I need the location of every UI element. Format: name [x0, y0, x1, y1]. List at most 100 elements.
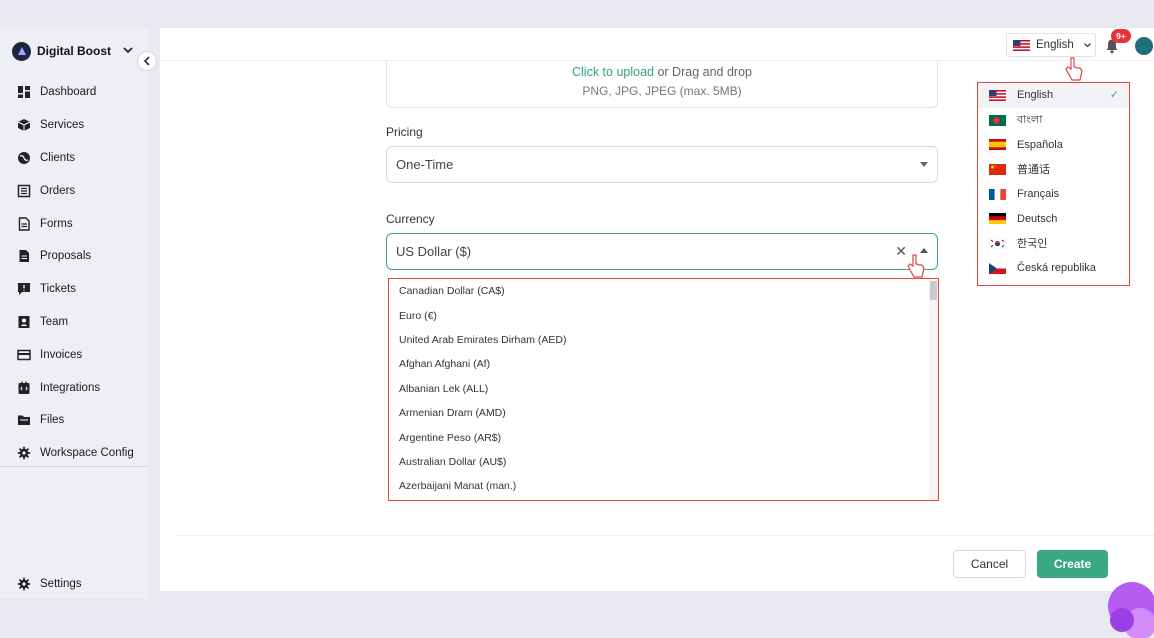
- us-flag-icon: [989, 89, 1006, 101]
- language-label: 普通话: [1017, 164, 1050, 177]
- gear-icon: [17, 446, 31, 460]
- sidebar-item-label: Invoices: [40, 348, 83, 361]
- currency-option[interactable]: United Arab Emirates Dirham (AED): [389, 328, 938, 352]
- language-option-espanola[interactable]: Española: [978, 132, 1129, 157]
- cancel-button[interactable]: Cancel: [953, 550, 1026, 578]
- create-button[interactable]: Create: [1037, 550, 1108, 578]
- notification-badge: 9+: [1111, 29, 1131, 43]
- scrollbar-thumb[interactable]: [930, 281, 937, 300]
- upload-hint: PNG, JPG, JPEG (max. 5MB): [582, 84, 742, 98]
- currency-option[interactable]: Argentine Peso (AR$): [389, 425, 938, 449]
- de-flag-icon: [989, 213, 1006, 225]
- cz-flag-icon: [989, 262, 1006, 274]
- currency-select[interactable]: US Dollar ($) ✕: [386, 233, 938, 270]
- sidebar-item-clients[interactable]: Clients: [0, 142, 148, 175]
- workspace-name: Digital Boost: [37, 44, 111, 58]
- sidebar-item-label: Dashboard: [40, 86, 97, 99]
- language-selector-button[interactable]: English: [1006, 33, 1096, 57]
- currency-option[interactable]: Albanian Lek (ALL): [389, 377, 938, 401]
- drag-drop-text: or Drag and drop: [654, 65, 752, 79]
- sidebar-item-label: Services: [40, 119, 85, 132]
- chevron-down-icon: [123, 45, 133, 57]
- upload-instructions: Click to upload or Drag and drop: [387, 65, 937, 79]
- language-option-bangla[interactable]: বাংলা: [978, 108, 1129, 133]
- chevron-left-icon: [143, 56, 150, 66]
- sidebar-item-label: Integrations: [40, 381, 101, 394]
- language-label: Français: [1017, 188, 1060, 201]
- currency-option[interactable]: Afghan Afghani (Af): [389, 352, 938, 376]
- chat-widget-icon[interactable]: [1096, 576, 1154, 638]
- folder-icon: [17, 413, 31, 427]
- sidebar-item-label: Files: [40, 414, 65, 427]
- check-icon: ✓: [1109, 89, 1119, 101]
- workspace-switcher[interactable]: Digital Boost: [12, 40, 133, 62]
- language-label: Deutsch: [1017, 212, 1058, 225]
- sidebar-item-invoices[interactable]: Invoices: [0, 338, 148, 371]
- sidebar-item-dashboard[interactable]: Dashboard: [0, 76, 148, 109]
- team-icon: [17, 315, 31, 329]
- ticket-icon: [17, 282, 31, 296]
- file-upload-dropzone[interactable]: Click to upload or Drag and drop PNG, JP…: [386, 61, 938, 108]
- us-flag-icon: [1013, 39, 1030, 51]
- currency-option[interactable]: Australian Dollar (AU$): [389, 450, 938, 474]
- current-language: English: [1036, 39, 1074, 51]
- sidebar-item-files[interactable]: Files: [0, 404, 148, 437]
- sidebar: Digital Boost Dashboard Services Clients…: [0, 28, 148, 598]
- brand-logo-icon: [12, 41, 31, 61]
- language-option-korean[interactable]: 한국인: [978, 231, 1129, 256]
- sidebar-nav: Dashboard Services Clients Orders Forms …: [0, 76, 148, 470]
- sidebar-item-proposals[interactable]: Proposals: [0, 240, 148, 273]
- currency-option[interactable]: Armenian Dram (AMD): [389, 401, 938, 425]
- language-option-english[interactable]: English ✓: [978, 83, 1129, 108]
- kr-flag-icon: [989, 237, 1006, 249]
- language-options-list[interactable]: English ✓ বাংলা Española 普通话 Français De…: [977, 82, 1130, 286]
- settings-gear-icon: [17, 577, 31, 591]
- footer-divider: [176, 535, 1154, 536]
- pointer-cursor-icon: [907, 254, 925, 278]
- language-label: Česká republika: [1017, 262, 1096, 275]
- language-option-mandarin[interactable]: 普通话: [978, 157, 1129, 182]
- sidebar-divider: [0, 466, 148, 467]
- sidebar-item-label: Workspace Config: [40, 447, 134, 460]
- click-to-upload-link[interactable]: Click to upload: [572, 65, 654, 79]
- caret-down-icon: [920, 162, 928, 167]
- language-option-francais[interactable]: Français: [978, 182, 1129, 207]
- sidebar-item-team[interactable]: Team: [0, 306, 148, 339]
- proposal-icon: [17, 249, 31, 263]
- user-avatar[interactable]: [1133, 35, 1154, 57]
- currency-label: Currency: [386, 212, 435, 226]
- sidebar-item-label: Proposals: [40, 250, 92, 263]
- language-option-deutsch[interactable]: Deutsch: [978, 206, 1129, 231]
- currency-option[interactable]: Euro (€): [389, 303, 938, 327]
- language-option-czech[interactable]: Česká republika: [978, 256, 1129, 281]
- plug-icon: [17, 381, 31, 395]
- sidebar-item-label: Team: [40, 315, 69, 328]
- document-icon: [17, 216, 31, 231]
- dashboard-icon: [17, 85, 31, 99]
- language-label: 한국인: [1017, 238, 1048, 251]
- chevron-down-icon: [1083, 40, 1091, 50]
- sidebar-item-integrations[interactable]: Integrations: [0, 371, 148, 404]
- sidebar-item-forms[interactable]: Forms: [0, 207, 148, 240]
- sidebar-item-orders[interactable]: Orders: [0, 174, 148, 207]
- currency-list-scrollbar[interactable]: [929, 279, 938, 500]
- sidebar-item-label: Tickets: [40, 283, 76, 296]
- language-label: English: [1017, 89, 1054, 102]
- currency-option[interactable]: Azerbaijani Manat (man.): [389, 474, 938, 498]
- pricing-label: Pricing: [386, 125, 423, 139]
- sidebar-item-tickets[interactable]: Tickets: [0, 273, 148, 306]
- currency-value: US Dollar ($): [396, 244, 472, 259]
- sidebar-item-workspace-config[interactable]: Workspace Config: [0, 437, 148, 470]
- fr-flag-icon: [989, 188, 1006, 200]
- cn-flag-icon: [989, 163, 1006, 175]
- currency-option[interactable]: Canadian Dollar (CA$): [389, 279, 938, 303]
- collapse-sidebar-button[interactable]: [137, 51, 157, 71]
- bd-flag-icon: [989, 114, 1006, 126]
- globe-icon: [17, 151, 31, 165]
- pricing-select[interactable]: One-Time: [386, 146, 938, 183]
- sidebar-item-settings[interactable]: Settings: [0, 568, 148, 601]
- currency-options-list[interactable]: Canadian Dollar (CA$) Euro (€) United Ar…: [388, 278, 939, 501]
- es-flag-icon: [989, 139, 1006, 151]
- sidebar-item-services[interactable]: Services: [0, 109, 148, 142]
- sidebar-item-label: Clients: [40, 151, 76, 164]
